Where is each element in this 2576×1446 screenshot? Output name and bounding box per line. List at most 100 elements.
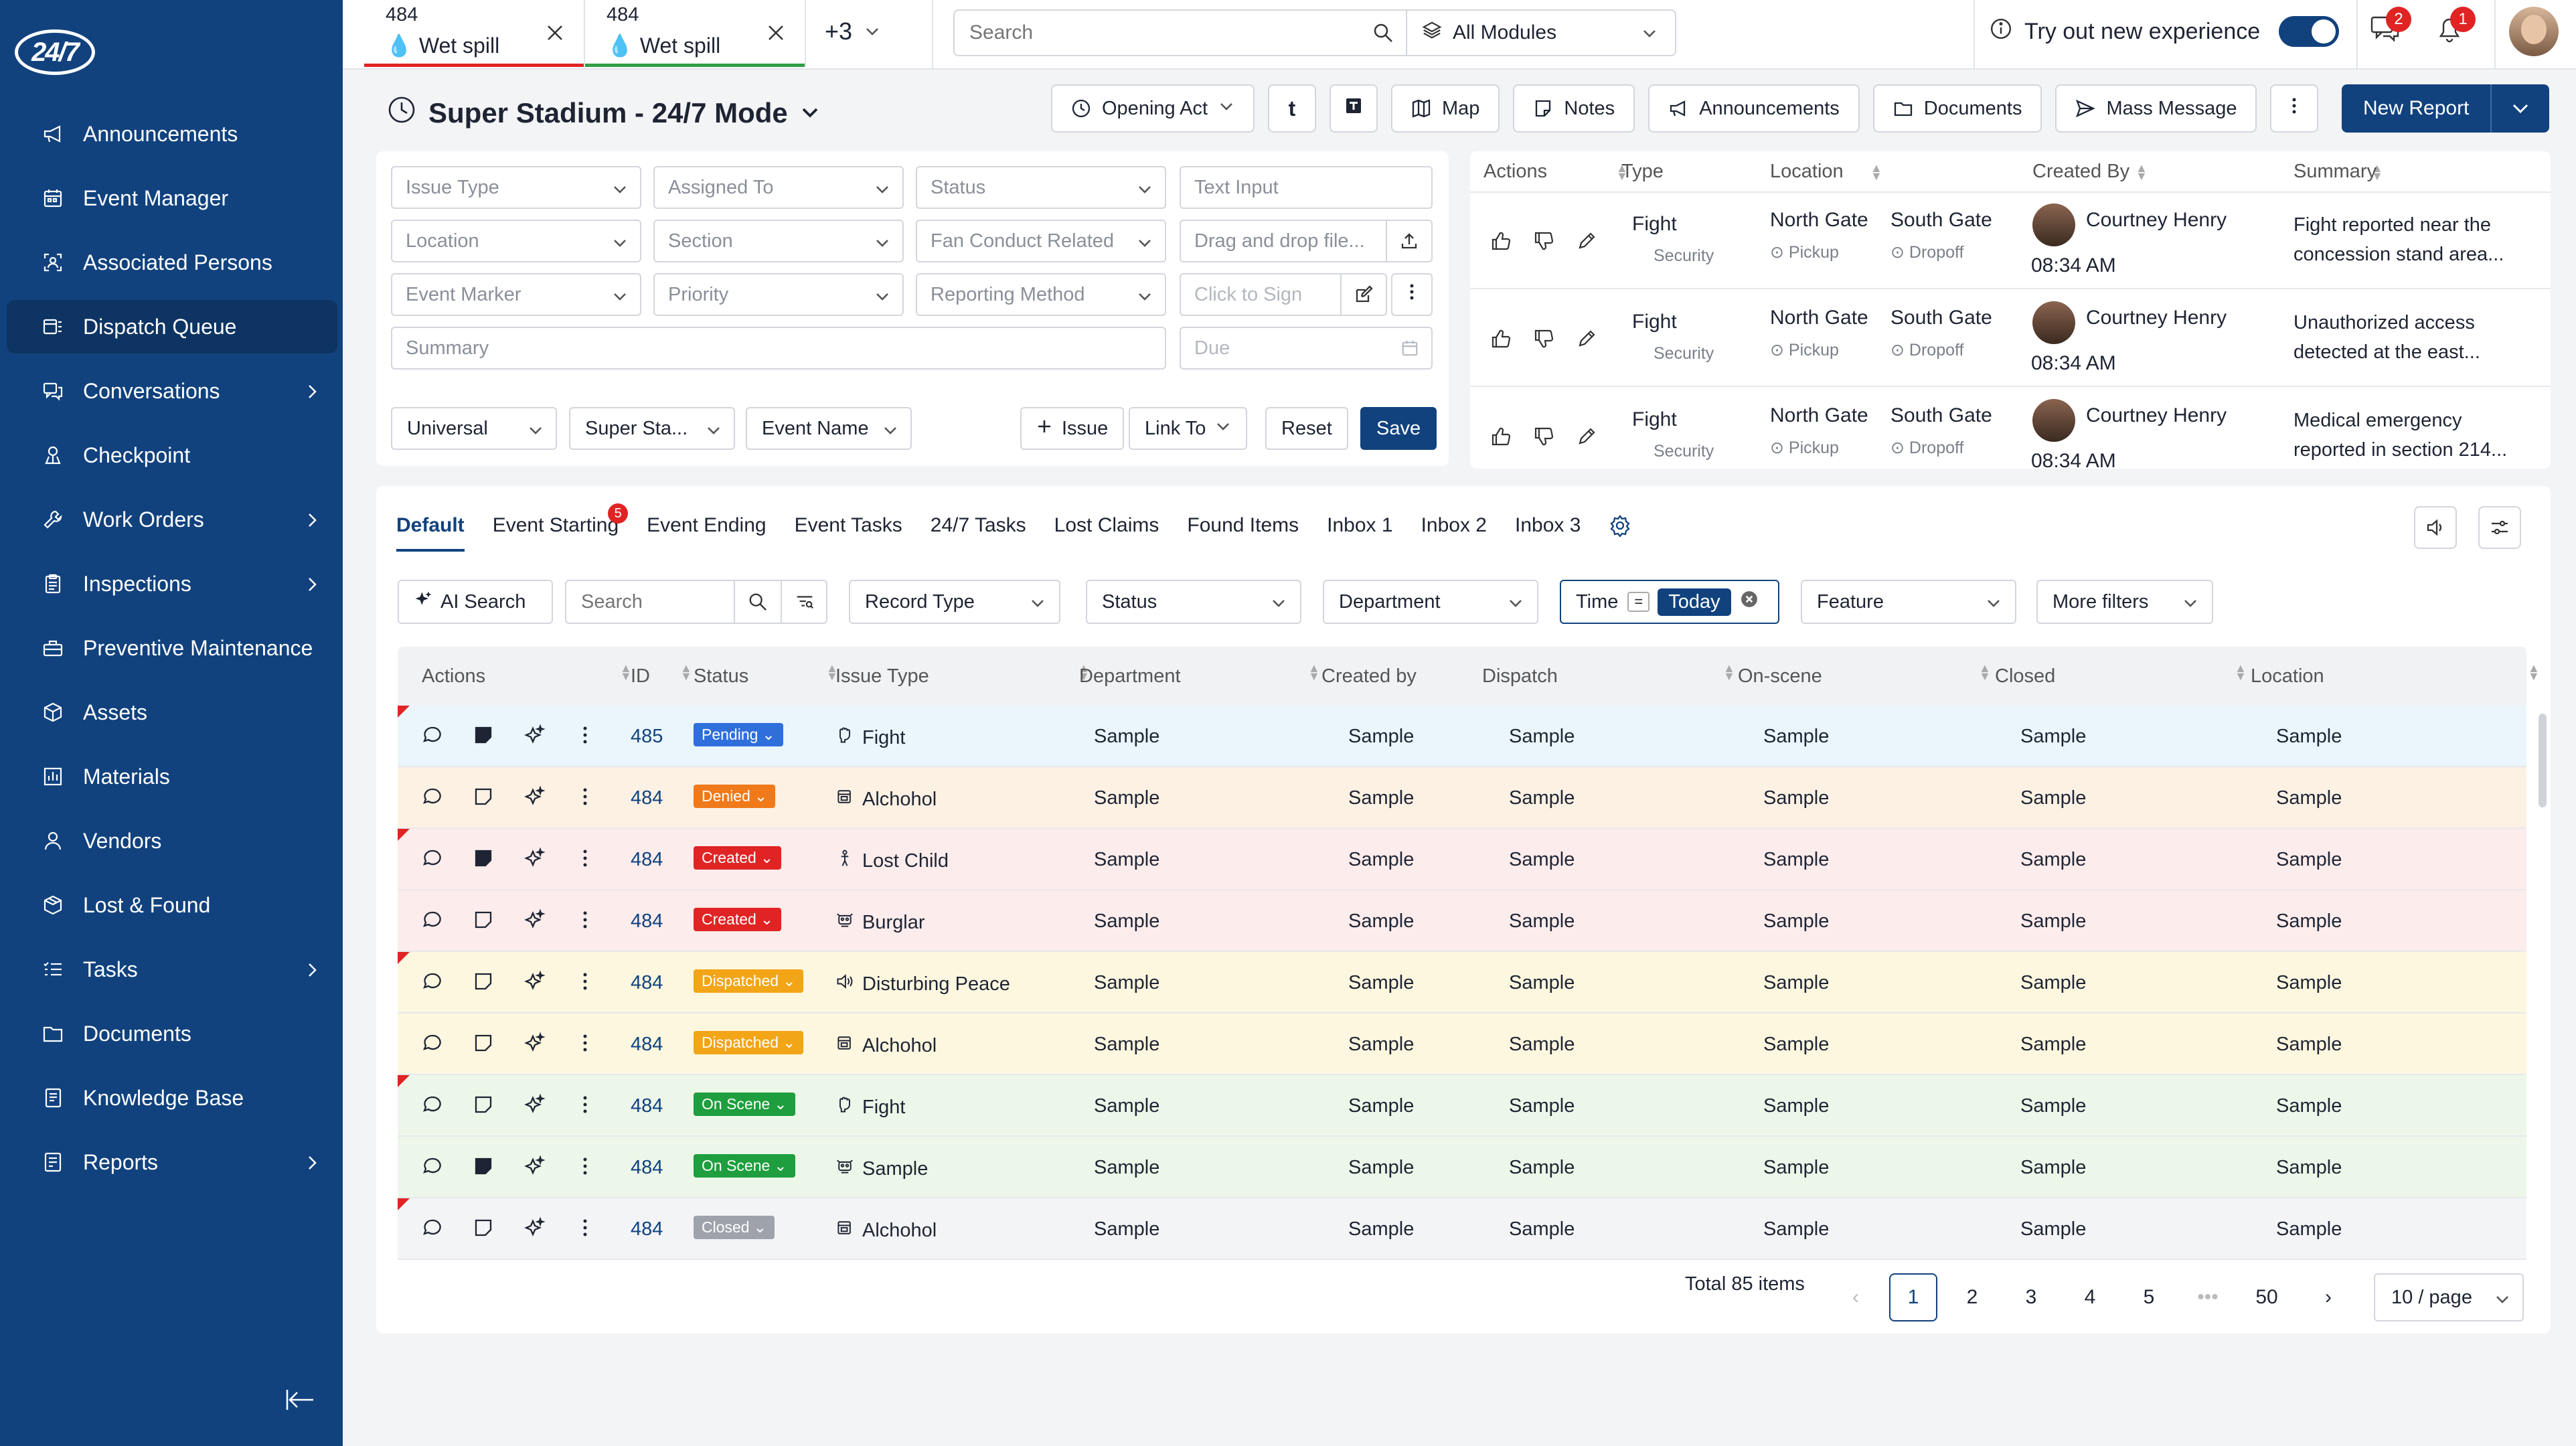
sidebar-item-tasks[interactable]: Tasks bbox=[7, 943, 337, 996]
record-id-link[interactable]: 484 bbox=[631, 972, 663, 994]
thumbs-up-icon[interactable] bbox=[1490, 230, 1512, 256]
close-tab-icon[interactable] bbox=[545, 23, 565, 43]
notes-button[interactable]: Notes bbox=[1513, 84, 1635, 133]
prev-page-button[interactable]: ‹ bbox=[1832, 1273, 1880, 1321]
department-filter[interactable]: Department bbox=[1323, 580, 1538, 624]
record-id-link[interactable]: 484 bbox=[631, 1157, 663, 1179]
filter-icon[interactable] bbox=[781, 581, 827, 623]
add-issue-button[interactable]: Issue bbox=[1020, 407, 1125, 450]
table-scrollbar[interactable] bbox=[2539, 714, 2547, 807]
table-row[interactable]: 485 Pending ⌄ Fight Sample Sample Sample … bbox=[398, 706, 2526, 767]
priority-select[interactable]: Priority bbox=[653, 273, 904, 316]
sidebar-item-materials[interactable]: Materials bbox=[7, 750, 337, 803]
search-icon[interactable] bbox=[1360, 11, 1407, 55]
table-row[interactable]: 484 Created ⌄ Lost Child Sample Sample Sa… bbox=[398, 829, 2526, 890]
sidebar-item-dispatch-queue[interactable]: Dispatch Queue bbox=[7, 300, 337, 353]
user-avatar[interactable] bbox=[2509, 7, 2559, 56]
clear-filter-icon[interactable] bbox=[1741, 590, 1758, 613]
column-header-id[interactable]: ID bbox=[631, 665, 650, 688]
status-badge[interactable]: On Scene ⌄ bbox=[694, 1093, 795, 1116]
sparkle-icon[interactable] bbox=[524, 1093, 546, 1121]
t-button[interactable]: t bbox=[1268, 84, 1316, 133]
sparkle-icon[interactable] bbox=[524, 785, 546, 813]
sidebar-item-inspections[interactable]: Inspections bbox=[7, 557, 337, 611]
page-button-3[interactable]: 3 bbox=[2007, 1273, 2055, 1321]
thumbs-down-icon[interactable] bbox=[1533, 426, 1554, 452]
sort-icon[interactable]: ▲ ▼ bbox=[680, 662, 692, 682]
new-experience-toggle[interactable] bbox=[2279, 16, 2340, 47]
sound-toggle-button[interactable] bbox=[2414, 506, 2457, 549]
view-tab-event-starting[interactable]: Event Starting 5 bbox=[493, 503, 629, 552]
view-tab-inbox-1[interactable]: Inbox 1 bbox=[1327, 514, 1392, 552]
comment-icon[interactable] bbox=[422, 1032, 443, 1059]
modules-select[interactable]: All Modules bbox=[1407, 11, 1675, 55]
table-row[interactable]: 484 Dispatched ⌄ Alchohol Sample Sample S… bbox=[398, 1014, 2526, 1075]
record-type-filter[interactable]: Record Type bbox=[849, 580, 1060, 624]
record-id-link[interactable]: 484 bbox=[631, 787, 663, 809]
sidebar-item-work-orders[interactable]: Work Orders bbox=[7, 493, 337, 546]
search-icon[interactable] bbox=[734, 581, 781, 623]
link-to-button[interactable]: Link To bbox=[1129, 407, 1248, 450]
status-badge[interactable]: Created ⌄ bbox=[694, 846, 782, 870]
view-tab-lost-claims[interactable]: Lost Claims bbox=[1054, 514, 1159, 552]
location-select[interactable]: Location bbox=[391, 220, 641, 262]
event-name-select[interactable]: Event Name bbox=[746, 407, 912, 450]
column-header-on-scene[interactable]: On-scene bbox=[1738, 665, 1822, 688]
sidebar-item-reports[interactable]: Reports bbox=[7, 1135, 337, 1189]
note-icon[interactable] bbox=[473, 909, 494, 936]
view-tab-event-ending[interactable]: Event Ending bbox=[647, 514, 766, 552]
comment-icon[interactable] bbox=[422, 1094, 443, 1121]
view-tab-inbox-3[interactable]: Inbox 3 bbox=[1515, 514, 1581, 552]
note-icon[interactable] bbox=[473, 1032, 494, 1059]
status-badge[interactable]: Dispatched ⌄ bbox=[694, 969, 804, 993]
view-tab-default[interactable]: Default bbox=[396, 514, 465, 552]
column-header-status[interactable]: Status bbox=[694, 665, 748, 688]
sort-icon[interactable]: ▲ ▼ bbox=[1979, 662, 1991, 682]
documents-button[interactable]: Documents bbox=[1872, 84, 2042, 133]
kebab-icon[interactable] bbox=[574, 724, 596, 751]
comment-icon[interactable] bbox=[422, 1155, 443, 1182]
thumbs-down-icon[interactable] bbox=[1533, 230, 1554, 256]
sort-icon[interactable]: ▲ ▼ bbox=[2235, 662, 2247, 682]
table-row[interactable]: 484 On Scene ⌄ Sample Sample Sample Sampl… bbox=[398, 1137, 2526, 1198]
sidebar-item-assets[interactable]: Assets bbox=[7, 686, 337, 739]
sparkle-icon[interactable] bbox=[524, 847, 546, 874]
page-ellipsis[interactable]: ••• bbox=[2184, 1273, 2232, 1321]
sparkle-icon[interactable] bbox=[524, 908, 546, 936]
kebab-icon[interactable] bbox=[574, 1094, 596, 1121]
more-options-button[interactable] bbox=[2270, 84, 2319, 133]
note-icon[interactable] bbox=[473, 1217, 494, 1244]
comment-icon[interactable] bbox=[422, 786, 443, 813]
signature-field[interactable]: Click to Sign bbox=[1180, 273, 1387, 316]
universal-select[interactable]: Universal bbox=[391, 407, 557, 450]
file-upload-field[interactable]: Drag and drop file... bbox=[1180, 220, 1433, 262]
thumbs-up-icon[interactable] bbox=[1490, 426, 1512, 452]
status-badge[interactable]: On Scene ⌄ bbox=[694, 1154, 795, 1178]
sidebar-item-knowledge-base[interactable]: Knowledge Base bbox=[7, 1071, 337, 1125]
event-marker-select[interactable]: Event Marker bbox=[391, 273, 641, 316]
edit-icon[interactable] bbox=[1576, 230, 1597, 256]
record-tab-2[interactable]: 484 💧 Wet spill bbox=[585, 0, 806, 67]
kebab-icon[interactable] bbox=[574, 909, 596, 936]
new-report-menu-button[interactable] bbox=[2492, 84, 2550, 133]
status-select[interactable]: Status bbox=[916, 166, 1166, 209]
record-id-link[interactable]: 484 bbox=[631, 1095, 663, 1117]
note-icon[interactable] bbox=[473, 848, 494, 874]
column-header-dispatch[interactable]: Dispatch bbox=[1482, 665, 1558, 688]
sidebar-item-vendors[interactable]: Vendors bbox=[7, 814, 337, 868]
kebab-icon[interactable] bbox=[574, 848, 596, 874]
mass-message-button[interactable]: Mass Message bbox=[2055, 84, 2257, 133]
record-id-link[interactable]: 484 bbox=[631, 1218, 663, 1240]
kebab-icon[interactable] bbox=[574, 1155, 596, 1182]
edit-icon[interactable] bbox=[1576, 426, 1597, 452]
record-id-link[interactable]: 485 bbox=[631, 726, 663, 748]
kebab-icon[interactable] bbox=[574, 971, 596, 997]
page-button-1[interactable]: 1 bbox=[1889, 1273, 1937, 1321]
sparkle-icon[interactable] bbox=[524, 970, 546, 997]
mini-table-row[interactable]: Fight Security North Gate ⊙ Pickup South… bbox=[1470, 291, 2551, 387]
page-button-5[interactable]: 5 bbox=[2125, 1273, 2173, 1321]
sidebar-item-checkpoint[interactable]: Checkpoint bbox=[7, 428, 337, 482]
table-row[interactable]: 484 Created ⌄ Burglar Sample Sample Sampl… bbox=[398, 890, 2526, 952]
note-icon[interactable] bbox=[473, 786, 494, 813]
view-tab-event-tasks[interactable]: Event Tasks bbox=[795, 514, 902, 552]
